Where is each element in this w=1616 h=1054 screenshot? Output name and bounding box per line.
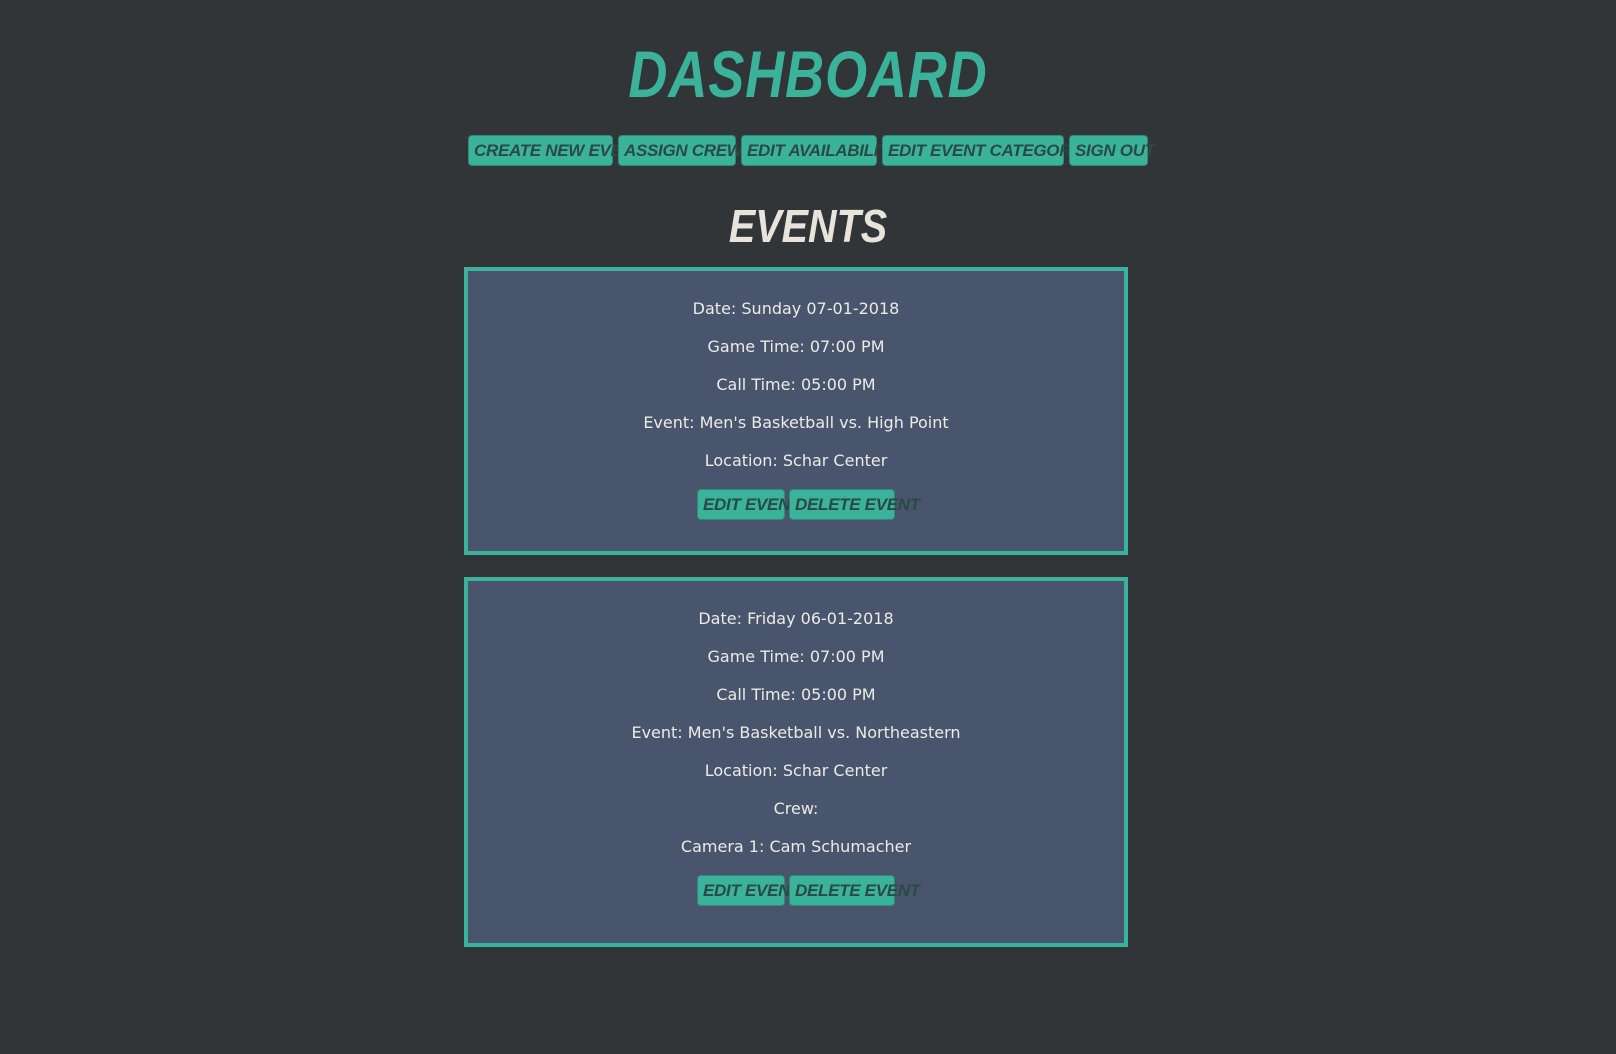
dashboard-page: DASHBOARD CREATE NEW EVENT ASSIGN CREWS … [0,0,1616,1054]
event-call-time: Call Time: 05:00 PM [716,685,876,704]
event-location: Location: Schar Center [704,451,888,470]
event-location: Location: Schar Center [704,761,888,780]
event-crew-label: Crew: [773,799,819,818]
event-date: Date: Friday 06-01-2018 [698,609,894,628]
delete-event-button[interactable]: DELETE EVENT [789,875,920,906]
edit-event-button[interactable]: EDIT EVENT [697,489,800,520]
event-name: Event: Men's Basketball vs. High Point [643,413,949,432]
edit-event-button[interactable]: EDIT EVENT [697,875,800,906]
event-actions: EDIT EVENT DELETE EVENT [468,875,1124,906]
event-card: Date: Sunday 07-01-2018 Game Time: 07:00… [464,267,1128,555]
event-game-time: Game Time: 07:00 PM [707,647,885,666]
event-crew-member: Camera 1: Cam Schumacher [680,837,912,856]
event-name: Event: Men's Basketball vs. Northeastern [631,723,961,742]
event-date: Date: Sunday 07-01-2018 [692,299,900,318]
event-game-time: Game Time: 07:00 PM [707,337,885,356]
event-card: Date: Friday 06-01-2018 Game Time: 07:00… [464,577,1128,947]
event-actions: EDIT EVENT DELETE EVENT [468,489,1124,520]
create-new-event-button[interactable]: CREATE NEW EVENT [468,135,644,166]
sign-out-button[interactable]: SIGN OUT [1069,135,1155,166]
assign-crews-button[interactable]: ASSIGN CREWS [618,135,754,166]
edit-availability-button[interactable]: EDIT AVAILABILITY [741,135,900,166]
events-heading: EVENTS [728,200,888,252]
edit-event-categories-button[interactable]: EDIT EVENT CATEGORIES [882,135,1098,166]
page-title: DASHBOARD [628,37,988,111]
delete-event-button[interactable]: DELETE EVENT [789,489,920,520]
event-call-time: Call Time: 05:00 PM [716,375,876,394]
nav-bar: CREATE NEW EVENT ASSIGN CREWS EDIT AVAIL… [0,135,1616,166]
